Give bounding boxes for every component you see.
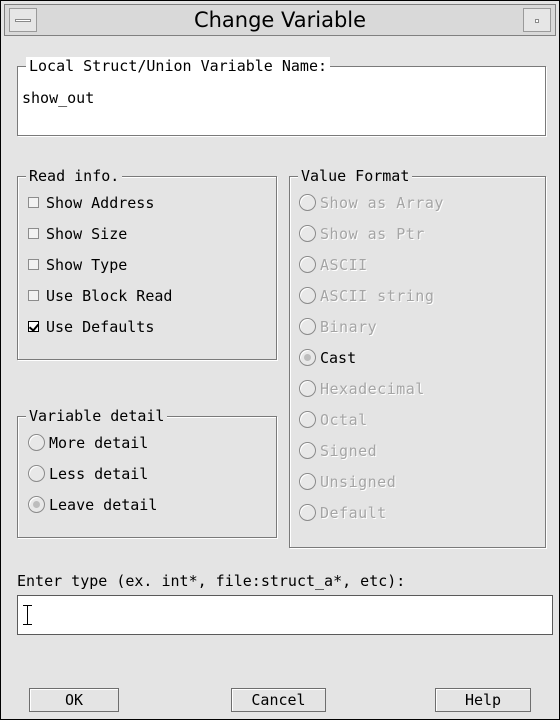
- type-entry-field[interactable]: [17, 595, 553, 635]
- radio-label: Signed: [320, 442, 378, 460]
- window-title: Change Variable: [193, 8, 367, 32]
- radio-icon: [299, 411, 316, 428]
- radio-icon: [299, 473, 316, 490]
- checkbox-icon[interactable]: [28, 228, 39, 239]
- radio-label: Octal: [320, 411, 368, 429]
- checked-checkbox-icon[interactable]: [28, 321, 39, 332]
- title-bar[interactable]: Change Variable: [4, 4, 556, 36]
- radio-icon: [299, 504, 316, 521]
- variable-detail-legend: Variable detail: [26, 407, 168, 425]
- radio-label: Cast: [320, 349, 357, 367]
- variable-detail-group: Variable detail More detail Less detail …: [17, 407, 277, 538]
- help-button[interactable]: Help: [435, 688, 531, 712]
- radio-icon: [299, 318, 316, 335]
- radio-label: Show as Array: [320, 194, 444, 212]
- variable-name-legend: Local Struct/Union Variable Name:: [26, 57, 331, 75]
- radio-label: Hexadecimal: [320, 380, 425, 398]
- cancel-button[interactable]: Cancel: [231, 688, 326, 712]
- variable-name-value: show_out: [22, 89, 95, 107]
- change-variable-dialog: Change Variable Local Struct/Union Varia…: [0, 0, 560, 720]
- selected-radio-icon[interactable]: [299, 349, 316, 366]
- type-entry-prompt: Enter type (ex. int*, file:struct_a*, et…: [17, 572, 406, 590]
- selected-radio-icon[interactable]: [28, 496, 45, 513]
- checkbox-icon[interactable]: [28, 259, 39, 270]
- radio-label: Binary: [320, 318, 378, 336]
- checkbox-icon[interactable]: [28, 290, 39, 301]
- ok-button[interactable]: OK: [29, 688, 119, 712]
- checkbox-label: Use Defaults: [46, 318, 155, 336]
- checkbox-label: Show Address: [46, 194, 155, 212]
- radio-icon: [299, 256, 316, 273]
- radio-label: Unsigned: [320, 473, 397, 491]
- dialog-body: Local Struct/Union Variable Name: show_o…: [4, 39, 556, 715]
- read-info-legend: Read info.: [26, 167, 123, 185]
- radio-label: ASCII: [320, 256, 368, 274]
- radio-label: More detail: [49, 434, 149, 452]
- radio-label: Less detail: [49, 465, 149, 483]
- radio-label: Leave detail: [49, 496, 158, 514]
- variable-name-group: Local Struct/Union Variable Name: show_o…: [17, 57, 546, 136]
- radio-icon: [299, 194, 316, 211]
- radio-icon: [299, 225, 316, 242]
- text-cursor-icon: [23, 605, 32, 625]
- minimize-icon[interactable]: [523, 8, 551, 32]
- checkbox-icon[interactable]: [28, 197, 39, 208]
- radio-label: Show as Ptr: [320, 225, 425, 243]
- radio-icon: [299, 442, 316, 459]
- radio-label: ASCII string: [320, 287, 435, 305]
- radio-icon[interactable]: [28, 434, 45, 451]
- radio-icon[interactable]: [28, 465, 45, 482]
- value-format-group: Value Format Show as Array Show as Ptr A…: [289, 167, 546, 548]
- checkbox-label: Show Size: [46, 225, 128, 243]
- radio-label: Default: [320, 504, 387, 522]
- checkbox-label: Show Type: [46, 256, 128, 274]
- read-info-group: Read info. Show Address Show Size Show T…: [17, 167, 277, 360]
- checkbox-label: Use Block Read: [46, 287, 173, 305]
- radio-icon: [299, 287, 316, 304]
- radio-icon: [299, 380, 316, 397]
- value-format-legend: Value Format: [298, 167, 413, 185]
